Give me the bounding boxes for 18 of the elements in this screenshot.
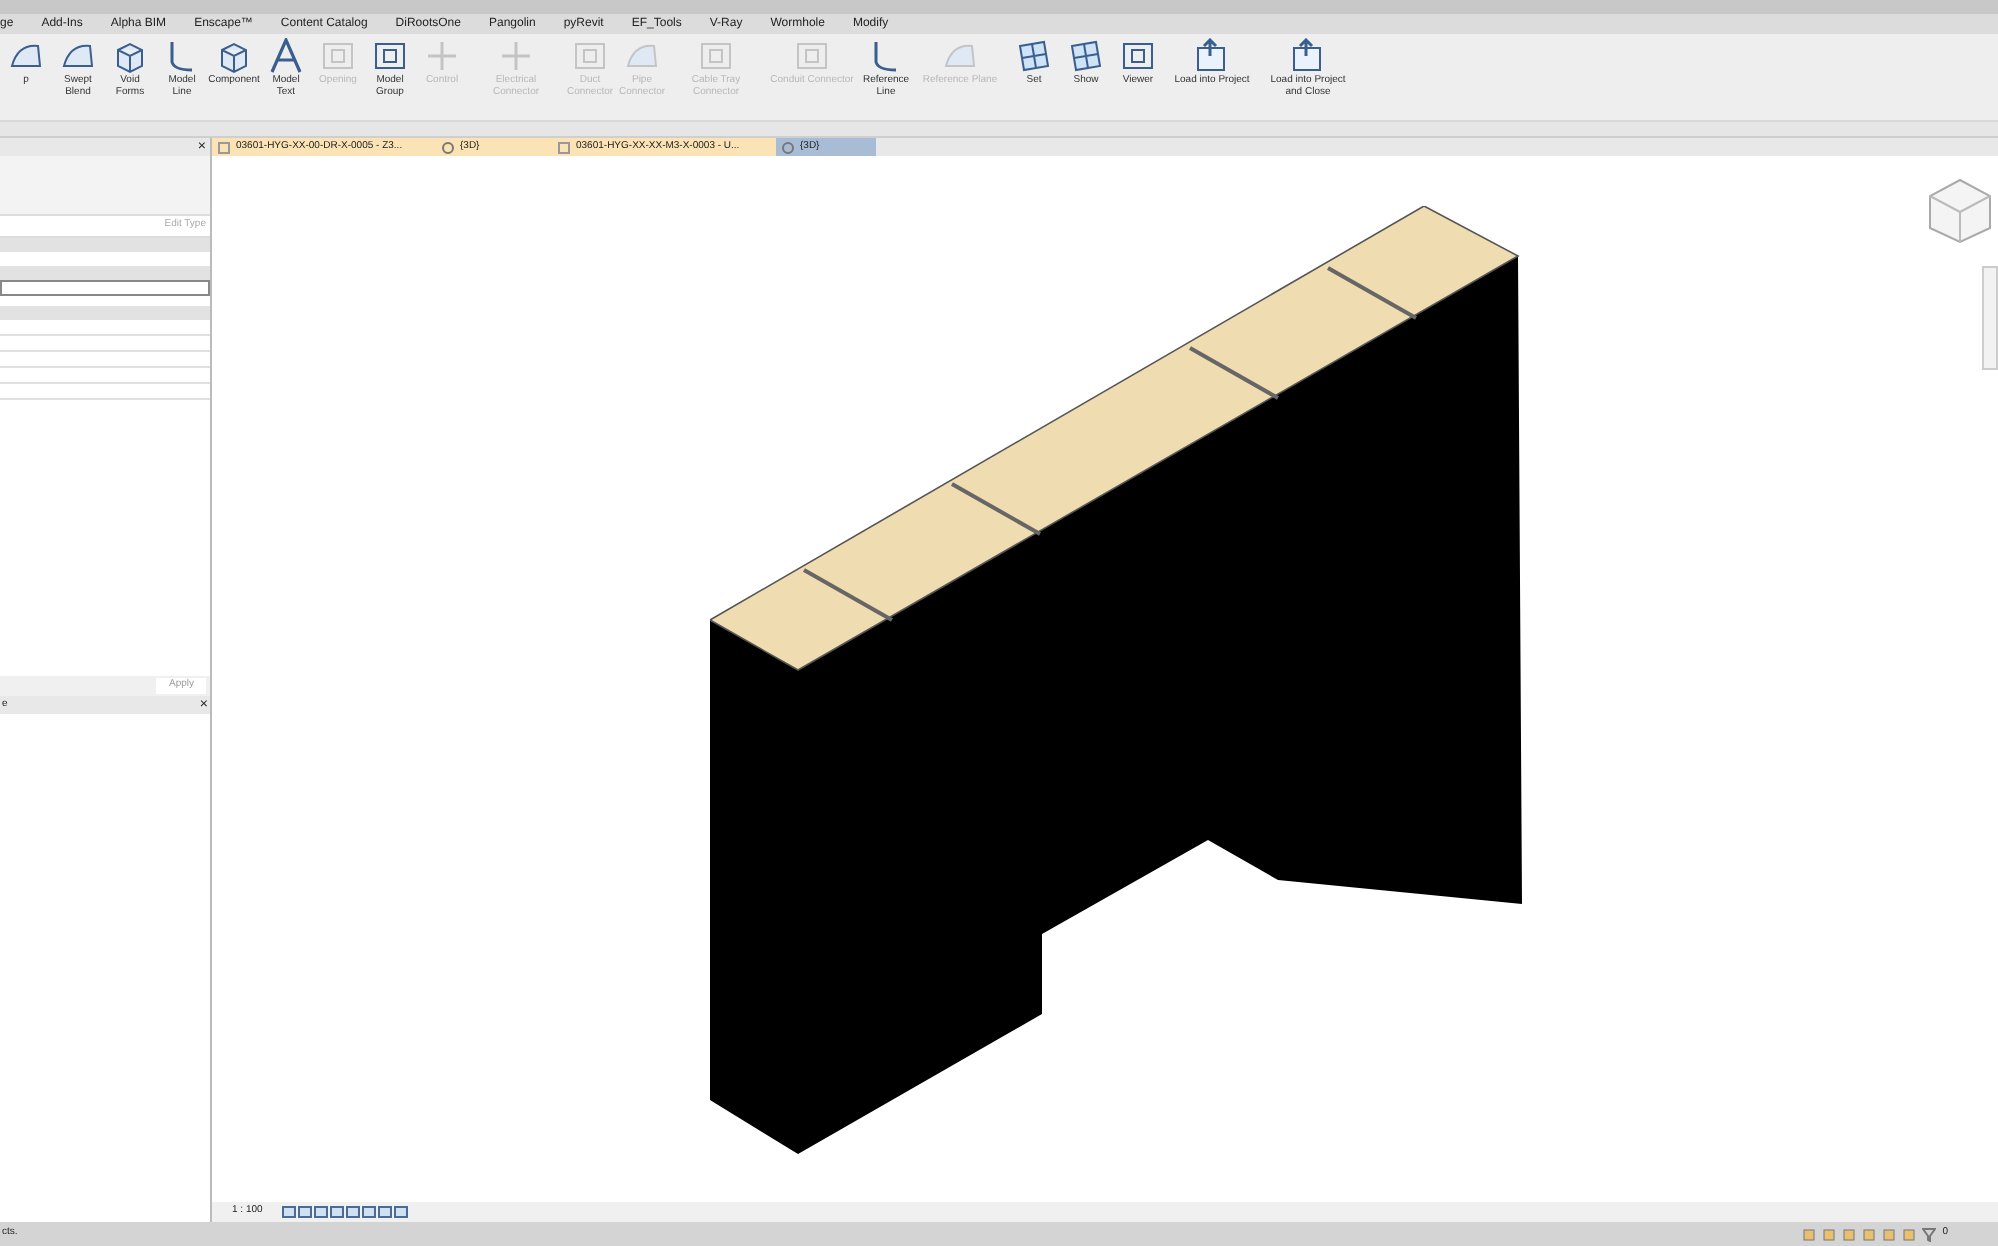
grid-icon [1066,38,1106,74]
type-selector[interactable] [0,156,210,216]
sheet-icon [218,141,230,153]
sheet-icon [558,141,570,153]
filter-icon[interactable] [1922,1227,1937,1241]
box-icon [570,38,610,74]
view-cube-icon[interactable] [1926,176,1994,244]
letter-a-icon [266,38,306,74]
grid-icon [1014,38,1054,74]
box-icon [792,38,832,74]
plus-icon [422,38,462,74]
box-icon [318,38,358,74]
box-icon [1118,38,1158,74]
input-field[interactable] [0,280,210,296]
box-icon [696,38,736,74]
box-icon [370,38,410,74]
navigation-bar[interactable] [1982,266,1998,370]
plus-icon [496,38,536,74]
